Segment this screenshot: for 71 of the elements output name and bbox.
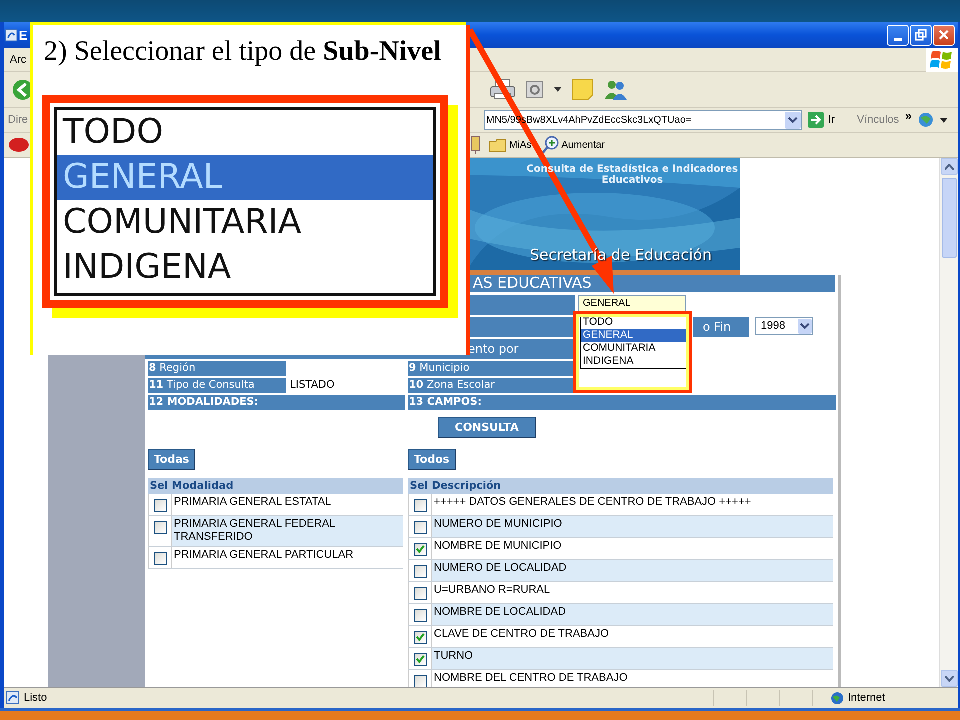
instruction-text: 2) Seleccionar el tipo de Sub-Nivel (44, 35, 442, 69)
checkbox[interactable] (154, 499, 166, 512)
close-button[interactable] (933, 24, 955, 46)
edit-icon[interactable] (526, 80, 544, 98)
column-header: Sel (149, 479, 170, 494)
status-text: Listo (24, 692, 48, 704)
checkbox[interactable] (414, 675, 426, 687)
table-cell: NUMERO DE MUNICIPIO (432, 516, 833, 537)
links-label[interactable]: Vínculos (857, 114, 900, 126)
folder-icon (489, 137, 508, 153)
scroll-down-button[interactable] (940, 670, 958, 687)
ask-logo-icon[interactable] (8, 137, 30, 153)
column-header: Descripción (432, 479, 502, 494)
zoom-button[interactable]: Aumentar (540, 136, 607, 154)
zoom-in-icon (542, 136, 560, 154)
scroll-up-button[interactable] (940, 158, 958, 175)
close-icon (938, 29, 950, 41)
checkbox[interactable] (414, 565, 426, 578)
printer-icon[interactable] (490, 78, 516, 100)
field-value: LISTADO (289, 378, 335, 393)
dropdown-option[interactable]: INDIGENA (581, 355, 687, 368)
checkbox[interactable] (414, 631, 426, 644)
table-cell: TURNO (432, 648, 833, 669)
people-icon[interactable] (604, 78, 628, 100)
minimize-button[interactable] (887, 24, 909, 46)
globe-icon[interactable] (918, 112, 948, 128)
checkbox[interactable] (414, 609, 426, 622)
campos-heading: 13 CAMPOS: (408, 395, 836, 410)
field-label: 8 Región (148, 361, 286, 376)
dropdown-option[interactable]: GENERAL (581, 329, 687, 342)
checkbox[interactable] (414, 499, 426, 512)
checkbox[interactable] (154, 521, 166, 534)
list-option: COMUNITARIA (57, 200, 433, 245)
list-option: GENERAL (57, 155, 433, 200)
go-button[interactable]: Ir (802, 112, 842, 128)
windows-logo-icon (926, 48, 958, 72)
list-option: TODO (57, 110, 433, 155)
dropdown-option[interactable]: COMUNITARIA (581, 342, 687, 355)
restore-icon (915, 29, 927, 41)
consulta-button[interactable]: CONSULTA (438, 417, 536, 438)
select-all-button[interactable]: Todos (408, 449, 456, 470)
checkbox[interactable] (414, 653, 426, 666)
toolbar-icon[interactable] (471, 136, 482, 154)
menu-item[interactable]: Arc (10, 54, 26, 66)
page-icon (6, 691, 20, 705)
dropdown-option[interactable]: TODO (581, 316, 687, 329)
column-header: Sel (409, 479, 430, 494)
year-end-label: o Fin (693, 317, 749, 337)
checkbox[interactable] (414, 587, 426, 600)
column-header: Modalidad (172, 479, 235, 494)
table-cell: NUMERO DE LOCALIDAD (432, 560, 833, 581)
browser-icon (5, 28, 18, 42)
link-button[interactable]: MiAs (487, 137, 534, 153)
checkbox[interactable] (154, 552, 166, 565)
modalidades-heading: 12 MODALIDADES: (148, 395, 405, 410)
minimize-icon (894, 38, 902, 40)
table-cell: NOMBRE DE LOCALIDAD (432, 604, 833, 625)
security-zone: Internet (848, 692, 886, 704)
checkbox[interactable] (414, 521, 426, 534)
select-all-button[interactable]: Todas (148, 449, 196, 470)
more-links-chevron[interactable]: » (905, 109, 912, 123)
field-label: 11 Tipo de Consulta (148, 378, 286, 393)
caret-icon[interactable] (554, 86, 562, 92)
address-label: Dire (8, 114, 28, 126)
scroll-thumb[interactable] (942, 178, 956, 258)
year-end-select[interactable]: 1998 (755, 317, 813, 335)
restore-button[interactable] (910, 24, 932, 46)
checkbox[interactable] (414, 543, 426, 556)
globe-icon (831, 692, 844, 704)
table-cell: PRIMARIA GENERAL FEDERAL TRANSFERIDO (172, 516, 403, 546)
window-title: E (19, 28, 28, 42)
